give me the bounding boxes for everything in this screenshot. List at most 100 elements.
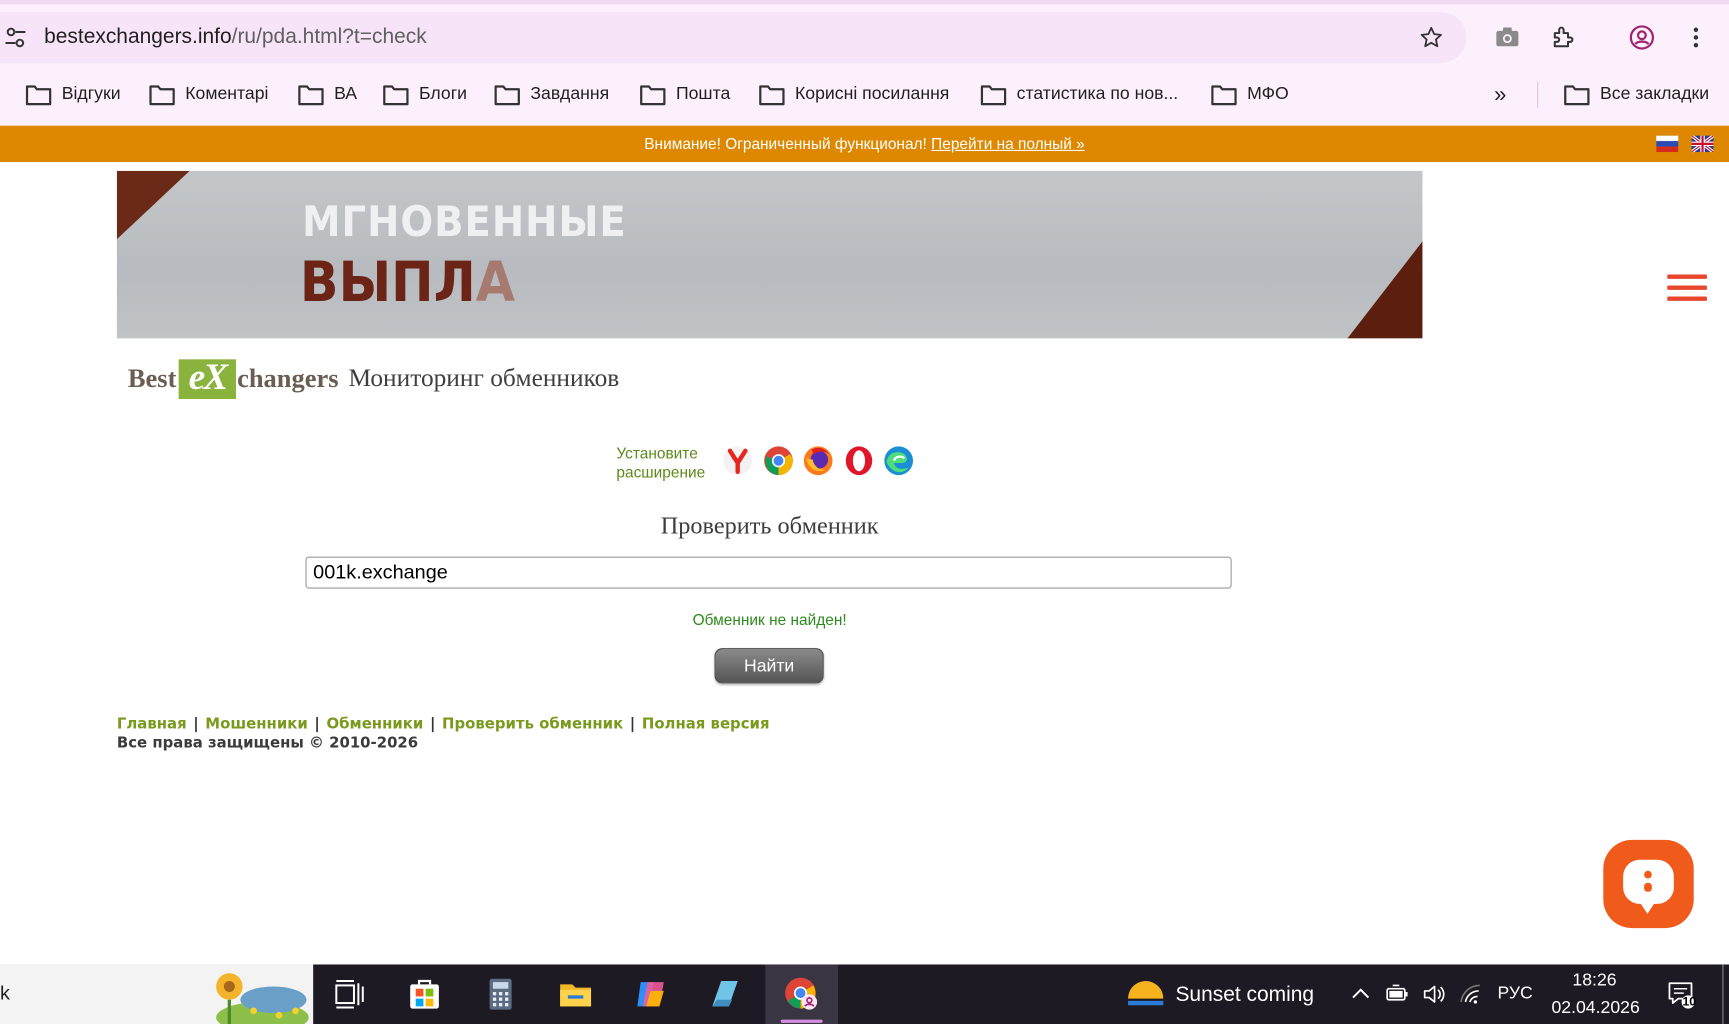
logo-best-text: Best (127, 364, 177, 394)
volume-icon[interactable] (1421, 983, 1445, 1005)
folder-icon (149, 85, 175, 106)
address-bar[interactable]: bestexchangers.info/ru/pda.html?t=check (0, 12, 1467, 63)
windows-taskbar: k Sunset coming РУС 18:26 02.04.2026 10 (0, 964, 1729, 1024)
input-language[interactable]: РУС (1497, 984, 1532, 1004)
bookmark-folder[interactable]: Коментарі (149, 77, 269, 112)
chat-widget-button[interactable] (1603, 839, 1694, 929)
bookmark-folder[interactable]: ВА (298, 77, 357, 112)
yandex-icon[interactable] (722, 445, 753, 476)
promo-banner[interactable]: МГНОВЕННЫЕ ВЫПЛА (116, 170, 1423, 339)
banner-corner-decoration (1347, 241, 1423, 339)
wifi-icon[interactable] (1459, 983, 1483, 1005)
folder-icon (1211, 85, 1237, 106)
edge-icon[interactable] (883, 445, 914, 476)
search-result-message: Обменник не найден! (692, 610, 847, 629)
bookmark-folder[interactable]: статистика по нов... (980, 77, 1178, 112)
chat-dot (1644, 882, 1652, 892)
folder-icon (383, 85, 409, 106)
clock-date[interactable]: 02.04.2026 (1551, 999, 1639, 1019)
footer-nav: Главная | Мошенники | Обменники | Проверить об… (117, 715, 770, 733)
extensions-icon[interactable] (1550, 24, 1576, 50)
banner-headline: МГНОВЕННЫЕ (302, 197, 627, 246)
full-version-link[interactable]: Перейти на полный » (931, 134, 1085, 152)
bookmarks-overflow-button[interactable]: » (1494, 77, 1506, 112)
bookmark-label: МФО (1247, 84, 1289, 104)
find-button[interactable]: Найти (714, 648, 824, 684)
clock-time[interactable]: 18:26 (1572, 971, 1616, 991)
install-extension-line2: расширение (616, 462, 706, 481)
url-text[interactable]: bestexchangers.info/ru/pda.html?t=check (44, 25, 427, 49)
notifications-count: 10 (1682, 995, 1697, 1009)
exchanger-search-input[interactable] (305, 556, 1232, 589)
weather-text[interactable]: Sunset coming (1175, 983, 1314, 1007)
copyright-text: Все права защищены © 2010-2026 (116, 734, 419, 752)
install-extension-line1: Установите (616, 444, 698, 462)
widgets-landscape-icon (216, 973, 309, 1024)
logo-ex-mark: eX (178, 359, 236, 400)
russian-flag-icon[interactable] (1656, 135, 1679, 153)
bookmark-label: Все закладки (1599, 84, 1710, 104)
bookmark-folder[interactable]: Відгуки (25, 77, 121, 112)
install-extension-label: Установите расширение (616, 444, 715, 481)
url-host: bestexchangers.info (44, 25, 232, 49)
uk-flag-icon[interactable] (1691, 135, 1714, 153)
logo-changers-text: changers (237, 364, 339, 394)
tab-strip[interactable] (0, 0, 1729, 5)
sunset-weather-icon[interactable] (1126, 974, 1166, 1014)
folder-icon (980, 85, 1007, 106)
footer-link-home[interactable]: Главная (117, 715, 187, 733)
profile-icon[interactable] (1629, 24, 1655, 50)
bookmark-folder[interactable]: Корисні посилання (759, 77, 949, 112)
chat-bubble-icon (1623, 859, 1674, 914)
show-hidden-icons-chevron-icon[interactable] (1350, 984, 1372, 1002)
menu-dots-icon[interactable] (1683, 24, 1709, 50)
folder-icon (298, 85, 324, 106)
opera-icon[interactable] (844, 445, 875, 476)
banner-subheadline-fade: А (475, 250, 515, 315)
bookmark-label: Пошта (675, 84, 731, 104)
footer-link-exchangers[interactable]: Обменники (326, 715, 423, 733)
microsoft-store-icon[interactable] (406, 976, 443, 1013)
chat-dot (1644, 870, 1652, 879)
footer-link-full-version[interactable]: Полная версия (642, 715, 770, 733)
chrome-taskbar-icon[interactable] (783, 976, 820, 1013)
footer-link-check[interactable]: Проверить обменник (442, 715, 623, 733)
show-desktop-button[interactable] (1722, 964, 1729, 1024)
footer-separator: | (629, 715, 636, 734)
bookmark-folder[interactable]: Блоги (383, 77, 467, 112)
bookmark-label: Коментарі (185, 84, 269, 104)
camera-icon[interactable] (1494, 24, 1520, 50)
folder-icon (640, 85, 666, 106)
bookmark-folder[interactable]: МФО (1211, 77, 1289, 112)
folder-icon (494, 85, 520, 106)
site-settings-icon[interactable] (4, 26, 26, 48)
bookmarks-bar: Відгуки Коментарі ВА Блоги Завдання Пошт… (0, 77, 1729, 112)
bookmark-label: ВА (334, 84, 358, 104)
all-bookmarks-folder[interactable]: Все закладки (1564, 77, 1709, 112)
folder-icon (1564, 85, 1590, 106)
bookmarks-divider (1537, 81, 1539, 109)
folder-icon (759, 85, 785, 106)
folder-icon (25, 85, 52, 106)
bookmark-label: статистика по нов... (1016, 84, 1179, 104)
footer-separator: | (314, 715, 320, 734)
file-explorer-icon[interactable] (557, 976, 594, 1013)
bookmark-folder[interactable]: Пошта (640, 77, 731, 112)
taskbar-left-text: k (0, 982, 10, 1005)
banner-subheadline: ВЫПЛА (300, 250, 515, 314)
chrome-icon[interactable] (763, 445, 794, 476)
bookmark-folder[interactable]: Завдання (494, 77, 609, 112)
site-logo[interactable]: Best eX changers (127, 359, 339, 400)
limited-mode-notice: Внимание! Ограниченный функционал! Перей… (0, 125, 1729, 163)
bookmark-star-icon[interactable] (1419, 25, 1443, 49)
calculator-icon[interactable] (482, 976, 519, 1013)
browser-chrome: bestexchangers.info/ru/pda.html?t=check … (0, 0, 1729, 126)
copilot-icon[interactable] (632, 976, 669, 1013)
taskbar-widget-area[interactable]: k (0, 964, 314, 1024)
firefox-icon[interactable] (803, 445, 834, 476)
hamburger-menu-icon[interactable] (1667, 274, 1707, 303)
battery-icon[interactable] (1385, 984, 1409, 1004)
footer-link-scammers[interactable]: Мошенники (205, 715, 307, 733)
snipping-tool-icon[interactable] (706, 976, 743, 1013)
task-view-icon[interactable] (331, 976, 368, 1013)
